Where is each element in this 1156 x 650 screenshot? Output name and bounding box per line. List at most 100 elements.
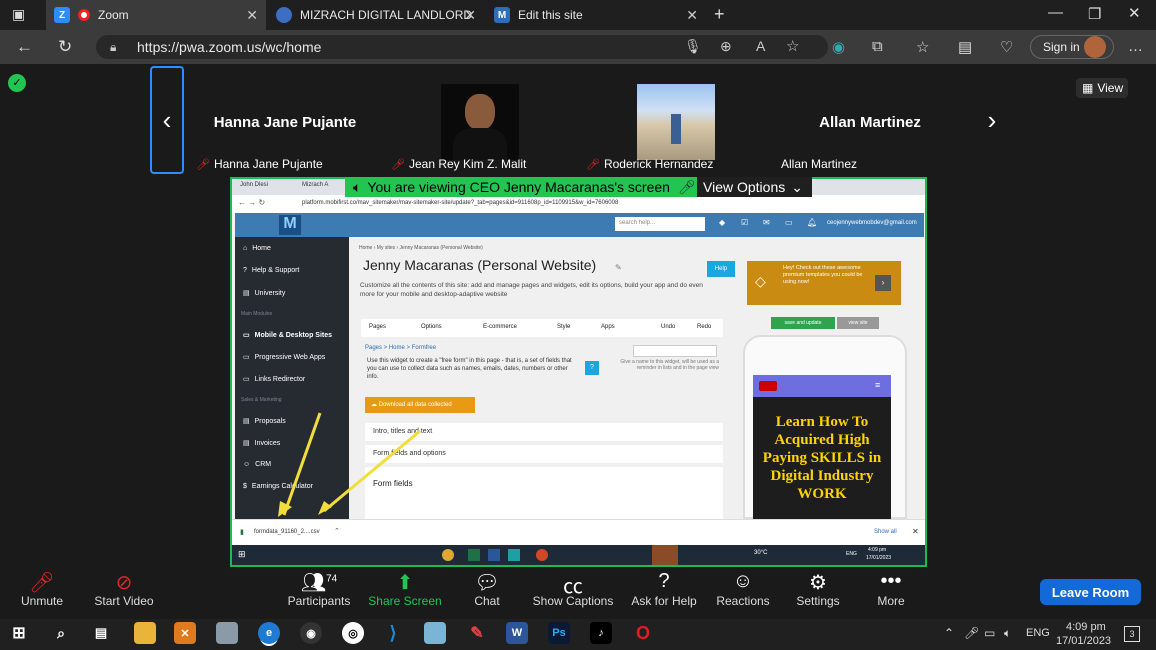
security-shield-icon[interactable]: ✓ — [8, 74, 26, 92]
pencil-icon[interactable]: ✎ — [466, 622, 488, 644]
tab-edit-site[interactable]: M Edit this site ✕ — [486, 0, 706, 30]
sidebar-item-crm[interactable]: ☺ CRM — [243, 461, 271, 468]
close-window-icon[interactable]: ✕ — [1128, 4, 1141, 22]
collections-icon[interactable]: ▤ — [958, 38, 972, 56]
menu-icon[interactable]: ≡ — [875, 380, 880, 390]
view-button[interactable]: ▦ View — [1076, 78, 1128, 98]
sidebar-item-sites[interactable]: ▭ Mobile & Desktop Sites — [243, 331, 332, 340]
obs-icon[interactable]: ◎ — [342, 622, 364, 644]
taskbar-date[interactable]: 17/01/2023 — [1056, 635, 1111, 647]
tab-pages[interactable]: Pages — [369, 324, 386, 330]
settings-button[interactable]: ⚙ Settings — [792, 570, 844, 608]
more-button[interactable]: ••• More — [872, 570, 910, 608]
sidebar-item-home[interactable]: ⌂ Home — [243, 245, 271, 252]
app-icon[interactable] — [216, 622, 238, 644]
network-icon[interactable]: ▭ — [984, 626, 995, 640]
notification-badge[interactable]: 3 — [1124, 626, 1140, 642]
refresh-icon[interactable]: ↻ — [58, 37, 72, 57]
tab-style[interactable]: Style — [557, 324, 570, 330]
participant-tile[interactable]: 🎤︎ Roderick Hernandez — [580, 66, 770, 174]
language-indicator[interactable]: ENG — [1026, 627, 1050, 639]
favorites-icon[interactable]: ☆ — [916, 38, 929, 56]
xampp-icon[interactable]: ✕ — [174, 622, 196, 644]
unmute-button[interactable]: 🎤︎ Unmute — [14, 570, 70, 608]
extension-icon[interactable]: ◉ — [832, 38, 845, 56]
zoom-level-icon[interactable]: ⊕ — [720, 38, 732, 55]
start-video-button[interactable]: ⊘ Start Video — [92, 570, 156, 608]
participant-tile[interactable]: 🎤︎ Jean Rey Kim Z. Malit — [385, 66, 575, 174]
save-button[interactable]: save and update — [771, 317, 835, 329]
share-screen-button[interactable]: ⬆ Share Screen — [368, 570, 442, 608]
chat-button[interactable]: 💬︎ Chat — [468, 570, 506, 608]
file-explorer-icon[interactable] — [134, 622, 156, 644]
mic-icon[interactable]: 🎙︎ — [684, 38, 702, 55]
participant-tile[interactable]: Allan Martinez Allan Martinez — [775, 66, 965, 174]
leave-room-button[interactable]: Leave Room — [1040, 579, 1141, 605]
tab-options[interactable]: Options — [421, 324, 442, 330]
photoshop-icon[interactable]: Ps — [548, 622, 570, 644]
search-help-input[interactable]: search help... — [615, 217, 705, 231]
show-all-button[interactable]: Show all — [874, 529, 897, 535]
check-icon[interactable]: ☑ — [741, 218, 748, 227]
download-file[interactable]: formdata_91160_2....csv — [254, 529, 320, 535]
chevron-up-icon[interactable]: ⌃ — [334, 527, 340, 535]
user-email[interactable]: ceojennywebmobdev@gmail.com — [827, 220, 917, 226]
mic-icon[interactable]: 🎤︎ — [964, 626, 979, 640]
close-tab-icon[interactable]: ✕ — [686, 7, 698, 24]
back-icon[interactable]: ← — [16, 37, 33, 57]
github-icon[interactable]: ◉ — [300, 622, 322, 644]
sidebar-item-university[interactable]: ▤ University — [243, 289, 285, 298]
tab-actions-icon[interactable]: ▣ — [12, 6, 25, 23]
opera-icon[interactable]: O — [632, 622, 654, 644]
edit-pencil-icon[interactable]: ✎ — [615, 263, 622, 272]
close-icon[interactable]: ✕ — [912, 527, 919, 536]
read-aloud-icon[interactable]: A — [756, 38, 765, 54]
minimize-icon[interactable]: — — [1048, 4, 1063, 21]
close-tab-icon[interactable]: ✕ — [246, 7, 258, 24]
promo-banner[interactable]: ◇ Hey! Check out these awesome premium t… — [747, 261, 901, 305]
show-captions-button[interactable]: ㏄ Show Captions — [532, 570, 614, 608]
new-tab-icon[interactable]: + — [714, 4, 725, 25]
taskbar-time[interactable]: 4:09 pm — [1066, 621, 1106, 633]
prev-page-button[interactable]: ‹ — [150, 66, 184, 174]
view-options-button[interactable]: View Options ⌄ — [697, 177, 812, 197]
app-icon[interactable] — [424, 622, 446, 644]
close-tab-icon[interactable]: ✕ — [464, 7, 476, 24]
bell-icon[interactable]: 🔔︎ — [807, 218, 817, 227]
participants-button[interactable]: 👥︎74 Participants — [286, 570, 352, 608]
tab-mizrach[interactable]: MIZRACH DIGITAL LANDLORD ✕ — [268, 0, 484, 30]
participant-tile[interactable]: Hanna Jane Pujante 🎤︎ Hanna Jane Pujante — [190, 66, 380, 174]
mail-icon[interactable]: ✉ — [763, 218, 770, 227]
restore-icon[interactable]: ❐ — [1088, 5, 1101, 23]
view-site-button[interactable]: view site — [837, 317, 879, 329]
windows-start-icon[interactable]: ⊞ — [8, 622, 30, 644]
favorite-icon[interactable]: ☆ — [786, 37, 799, 55]
sidebar-item-pwa[interactable]: ▭ Progressive Web Apps — [243, 353, 325, 362]
ask-help-button[interactable]: ? Ask for Help — [630, 570, 698, 608]
task-view-icon[interactable]: ▤ — [90, 622, 112, 644]
sidebar-item-help[interactable]: ? Help & Support — [243, 267, 299, 274]
reactions-button[interactable]: ☺ Reactions — [714, 570, 772, 608]
help-button[interactable]: Help — [707, 261, 735, 277]
more-icon[interactable]: … — [1128, 38, 1143, 55]
search-icon[interactable]: ⌕ — [50, 622, 72, 644]
vscode-icon[interactable]: ⟩ — [382, 622, 404, 644]
next-page-button[interactable]: › — [975, 66, 1009, 174]
notification-icon[interactable]: ◆ — [719, 218, 725, 227]
url-field[interactable]: 🔒︎ https://pwa.zoom.us/wc/home 🎙︎ ⊕ A ☆ — [96, 35, 828, 59]
sidebar-item-links[interactable]: ▭ Links Redirector — [243, 375, 305, 384]
card-icon[interactable]: ▭ — [785, 218, 793, 227]
undo-button[interactable]: Undo — [661, 324, 675, 330]
tab-zoom[interactable]: Z Zoom ✕ — [46, 0, 266, 30]
shield-icon[interactable]: ♡ — [1000, 38, 1013, 56]
volume-icon[interactable]: 🔈︎ — [1004, 626, 1011, 641]
tab-apps[interactable]: Apps — [601, 324, 615, 330]
question-icon[interactable]: ? — [585, 361, 599, 375]
puzzle-icon[interactable]: ⧉ — [872, 38, 883, 55]
chevron-up-icon[interactable]: ⌃ — [944, 626, 954, 640]
edge-icon[interactable]: e — [258, 622, 280, 644]
redo-button[interactable]: Redo — [697, 324, 711, 330]
widget-name-input[interactable] — [633, 345, 717, 357]
tiktok-icon[interactable]: ♪ — [590, 622, 612, 644]
tab-ecommerce[interactable]: E-commerce — [483, 324, 517, 330]
